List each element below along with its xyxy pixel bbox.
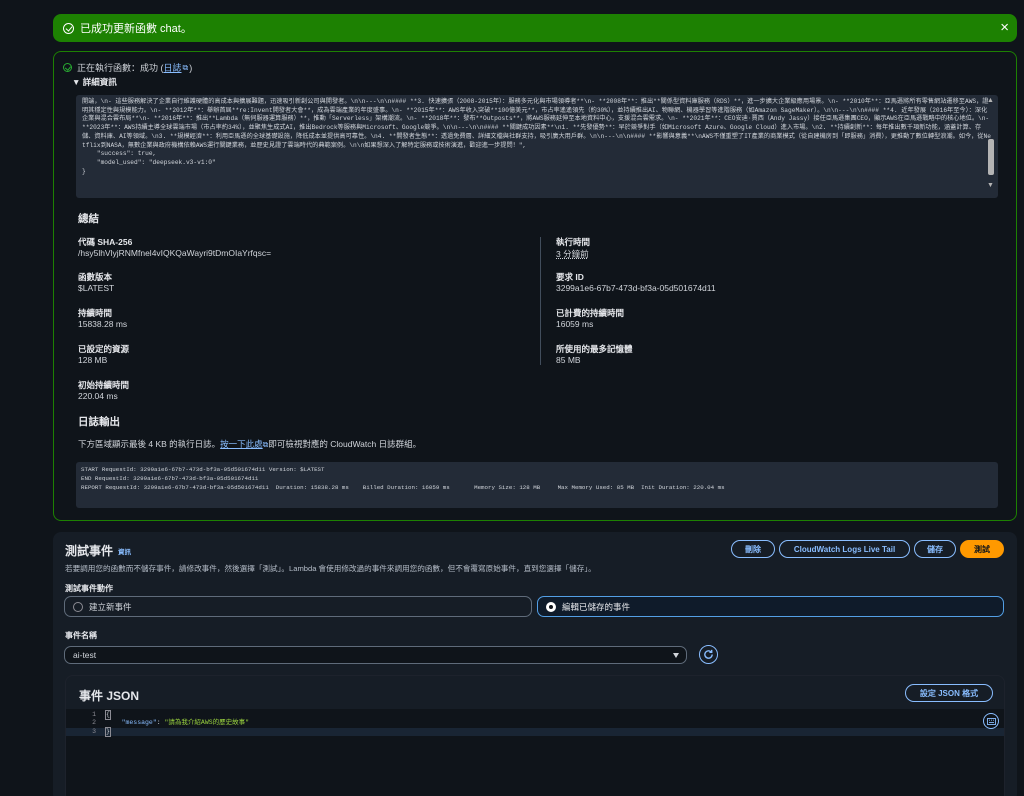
field-value: 15838.28 ms (78, 319, 128, 329)
json-scrollbar[interactable]: ▲ ▼ (986, 97, 996, 196)
field-value: 16059 ms (556, 319, 594, 329)
json-editor[interactable]: 1 2 3 { "message": "請為我介紹AWS的歷史故事" } (66, 709, 1004, 796)
field-value: 3299a1e6-67b7-473d-bf3a-05d501674d11 (556, 283, 716, 293)
response-json-output[interactable]: 開端，\n- 這些服務解決了企業自行維護硬體的高成本與擴展難題，迅速吸引新創公司… (76, 95, 998, 198)
cloudwatch-link[interactable]: 按一下此處 (220, 439, 263, 449)
option-edit-saved[interactable]: 編輯已儲存的事件 (537, 596, 1004, 617)
logs-link[interactable]: 日誌 (164, 61, 182, 74)
execution-result-panel: 正在執行函數：成功 ( 日誌 ⧉ ) ▼ 詳細資訊 開端，\n- 這些服務解決了… (53, 51, 1017, 521)
flash-message: 已成功更新函數 chat。 (80, 23, 192, 35)
keyboard-icon[interactable] (983, 713, 999, 729)
refresh-icon[interactable] (699, 645, 718, 664)
details-toggle[interactable]: ▼ 詳細資訊 (72, 76, 117, 88)
success-flashbar: 已成功更新函數 chat。 × (53, 14, 1017, 42)
scroll-down-icon[interactable]: ▼ (987, 182, 994, 189)
execution-status: 正在執行函數：成功 ( 日誌 ⧉ ) (63, 61, 192, 74)
event-json-panel: 事件 JSON 設定 JSON 格式 1 2 3 { "message": "請… (65, 675, 1005, 796)
live-tail-button[interactable]: CloudWatch Logs Live Tail (779, 540, 910, 558)
format-json-button[interactable]: 設定 JSON 格式 (905, 684, 993, 702)
save-button[interactable]: 儲存 (914, 540, 956, 558)
field-label: 已計費的持續時間 (556, 308, 625, 318)
event-name-value: ai-test (73, 650, 97, 660)
field-label: 初始持續時間 (78, 380, 130, 390)
test-event-title: 測試事件 (65, 544, 114, 558)
field-value: 3 分鐘前 (556, 249, 589, 259)
lambda-console-page: 已成功更新函數 chat。 × 正在執行函數：成功 ( 日誌 ⧉ ) ▼ 詳細資… (0, 0, 1024, 796)
left-gutter (0, 0, 48, 796)
test-action-label: 測試事件動作 (65, 584, 113, 593)
test-button[interactable]: 測試 (960, 540, 1004, 558)
close-icon[interactable]: × (1000, 19, 1009, 36)
field-value: $LATEST (78, 283, 115, 293)
field-label: 所使用的最多記憶體 (556, 344, 633, 354)
external-link-icon: ⧉ (182, 62, 189, 72)
event-json-title: 事件 JSON (79, 689, 140, 703)
success-check-icon (63, 22, 74, 34)
log-output-title: 日誌輸出 (78, 416, 120, 428)
summary-title: 總結 (78, 213, 99, 225)
success-check-icon (63, 63, 72, 72)
scroll-thumb[interactable] (988, 139, 994, 175)
field-value: /hsy5lhVlyjRNMfnel4vIQKQaWayri9tDmOIaYrf… (78, 248, 272, 258)
field-label: 已設定的資源 (78, 344, 130, 354)
option-create-new[interactable]: 建立新事件 (64, 596, 532, 617)
radio-unselected[interactable] (73, 601, 83, 612)
radio-selected[interactable] (546, 601, 556, 612)
json-code[interactable]: { "message": "請為我介紹AWS的歷史故事" } (105, 709, 249, 737)
test-event-panel: 測試事件 資訊 若要調用您的函數而不儲存事件，請修改事件，然後選擇「測試」。La… (53, 532, 1017, 796)
field-value: 220.04 ms (78, 391, 118, 401)
field-label: 執行時間 (556, 237, 591, 247)
test-event-description: 若要調用您的函數而不儲存事件，請修改事件，然後選擇「測試」。Lambda 會使用… (65, 564, 596, 573)
delete-button[interactable]: 刪除 (731, 540, 775, 558)
field-value: 85 MB (556, 355, 581, 365)
log-output-box[interactable]: START RequestId: 3299a1e6-67b7-473d-bf3a… (76, 462, 998, 508)
event-name-select[interactable]: ai-test (64, 646, 687, 664)
column-divider (540, 237, 541, 365)
field-label: 要求 ID (556, 272, 584, 282)
chevron-down-icon (673, 653, 679, 658)
field-value: 128 MB (78, 355, 108, 365)
field-label: 代碼 SHA-256 (78, 237, 133, 247)
field-label: 持續時間 (78, 308, 113, 318)
log-output-description: 下方區域顯示最後 4 KB 的執行日誌。按一下此處⧉即可檢視對應的 CloudW… (78, 439, 422, 449)
line-numbers: 1 2 3 (92, 711, 96, 735)
field-label: 函數版本 (78, 272, 113, 282)
event-name-label: 事件名稱 (65, 631, 97, 640)
info-link[interactable]: 資訊 (118, 546, 131, 556)
scroll-up-icon[interactable]: ▲ (987, 97, 994, 104)
